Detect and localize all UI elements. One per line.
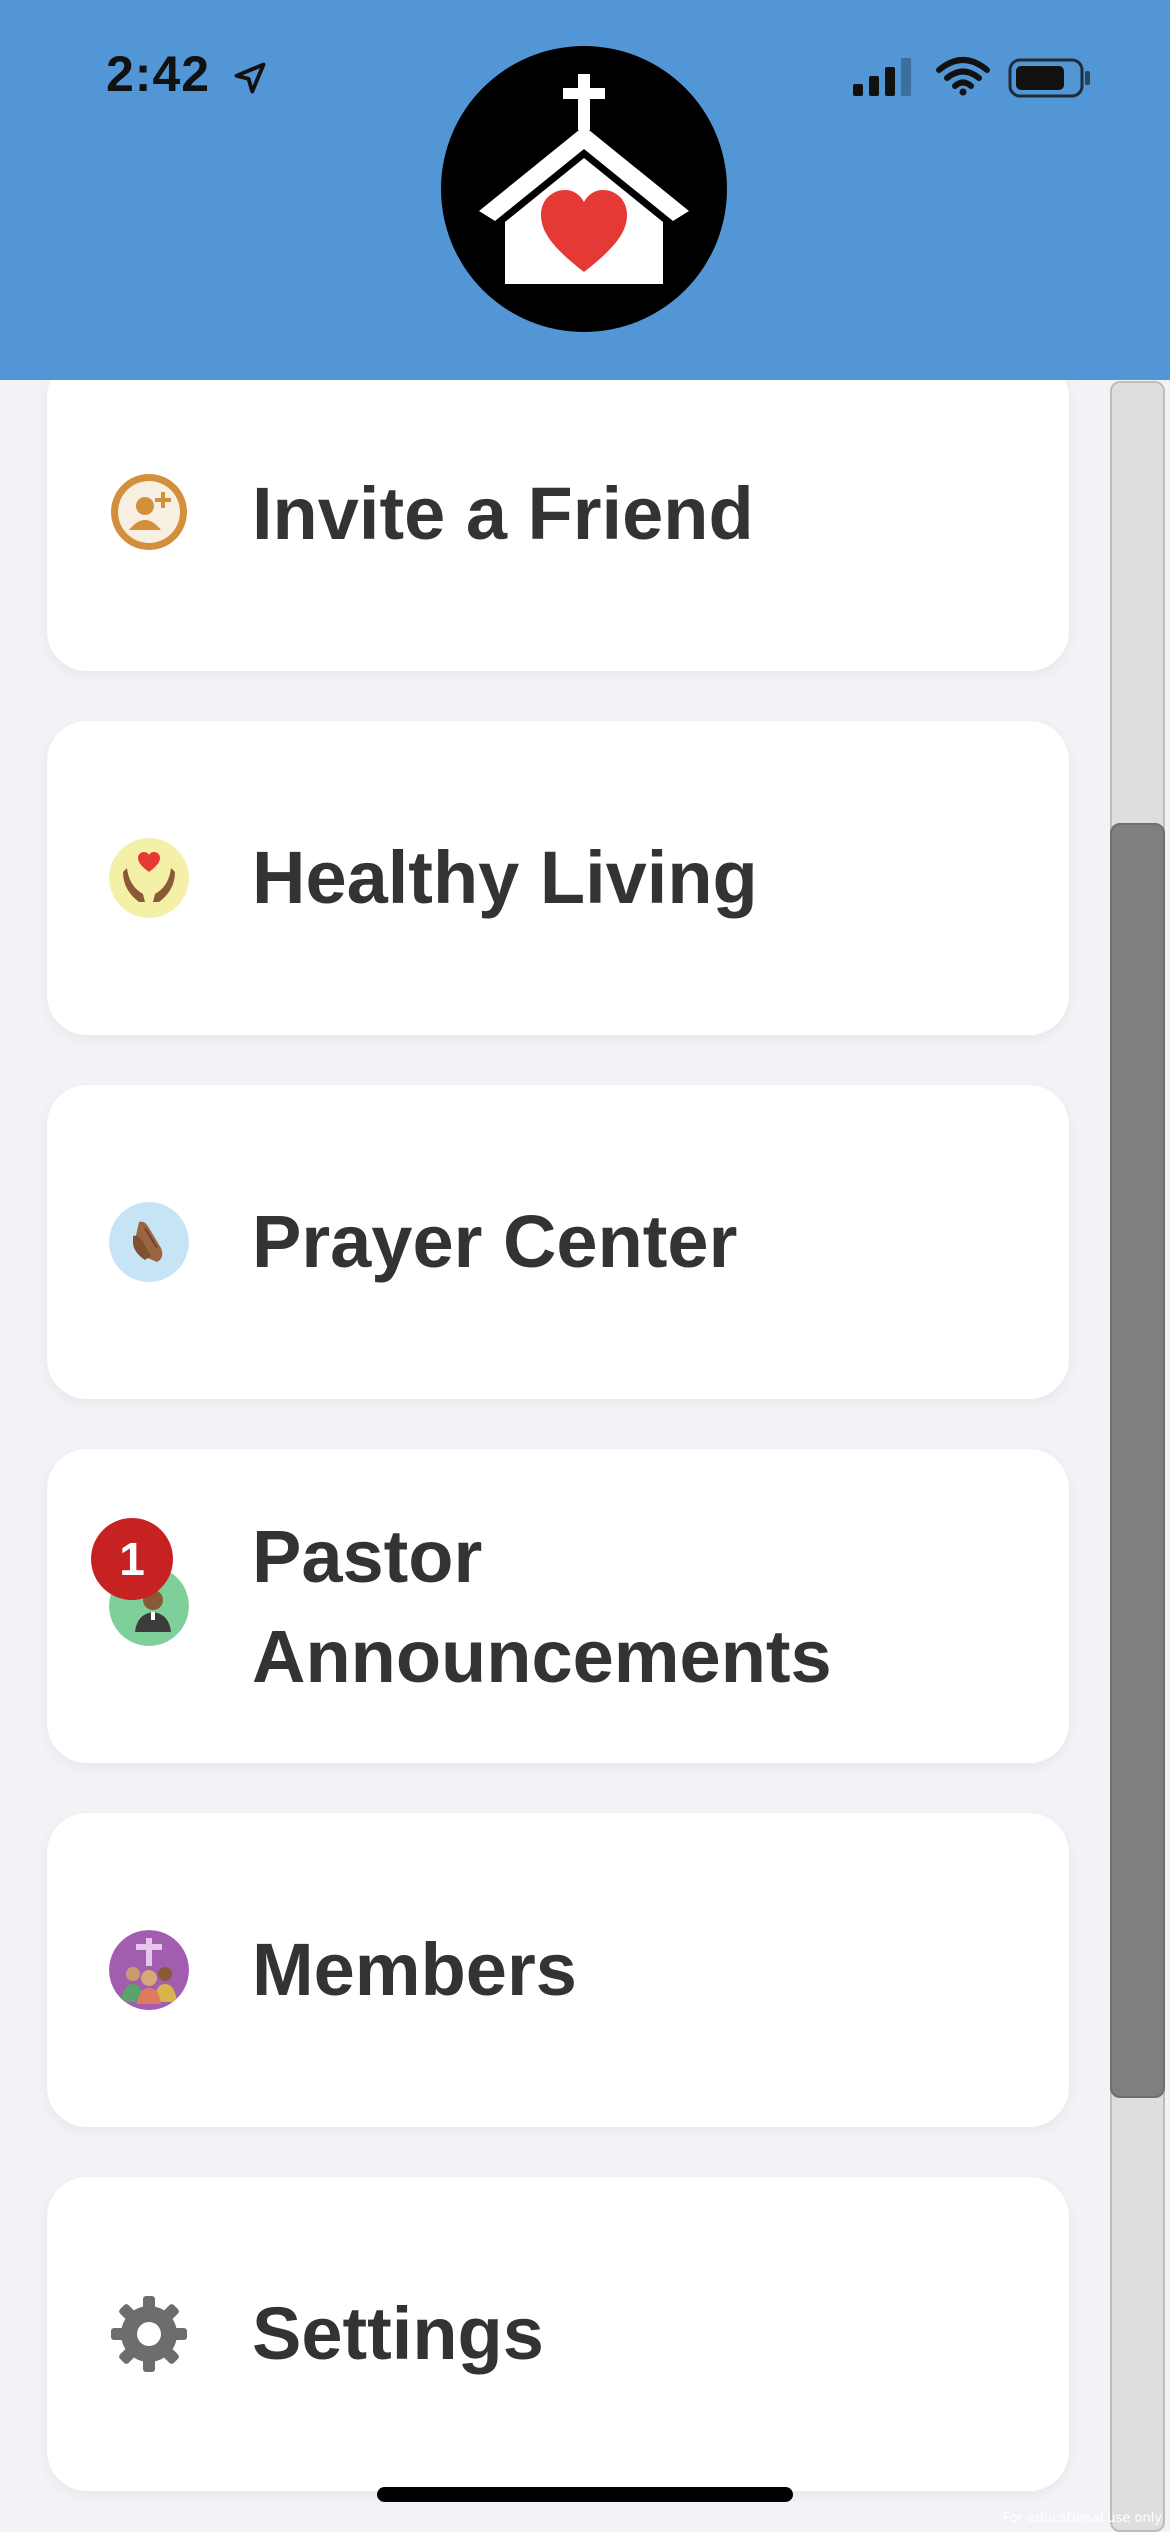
menu-item-pastor-announcements[interactable]: 1 Pastor Announcements [47,1449,1069,1763]
menu-item-healthy-living[interactable]: Healthy Living [47,721,1069,1035]
menu-item-label: Invite a Friend [252,472,754,555]
members-group-icon [109,1930,189,2010]
invite-friend-icon [111,474,187,550]
battery-icon [1008,58,1090,98]
menu-item-members[interactable]: Members [47,1813,1069,2127]
menu-item-label: Settings [252,2292,544,2375]
location-arrow-icon [234,62,266,94]
wifi-icon [936,57,990,96]
church-heart-logo [441,46,727,332]
heart-hands-icon [109,838,189,918]
menu-item-label: Healthy Living [252,836,758,919]
praying-hands-icon [109,1202,189,1282]
cellular-signal-icon [853,58,911,96]
gear-icon [111,2296,187,2372]
status-time: 2:42 [106,46,211,102]
scrollbar-thumb[interactable] [1110,823,1165,2098]
app-header: 2:42 [0,0,1170,380]
menu-item-prayer-center[interactable]: Prayer Center [47,1085,1069,1399]
menu-item-label: Members [252,1928,577,2011]
home-indicator[interactable] [377,2487,793,2502]
menu-item-label: Pastor Announcements [252,1515,832,1698]
menu-list[interactable]: Invite a Friend Healthy Living Prayer Ce… [0,380,1170,2532]
menu-item-settings[interactable]: Settings [47,2177,1069,2491]
church-heart-icon [479,74,689,284]
menu-item-invite-friend[interactable]: Invite a Friend [47,380,1069,671]
watermark-text: For educational use only [1002,2511,1162,2526]
notification-badge: 1 [91,1518,173,1600]
menu-item-label: Prayer Center [252,1200,738,1283]
